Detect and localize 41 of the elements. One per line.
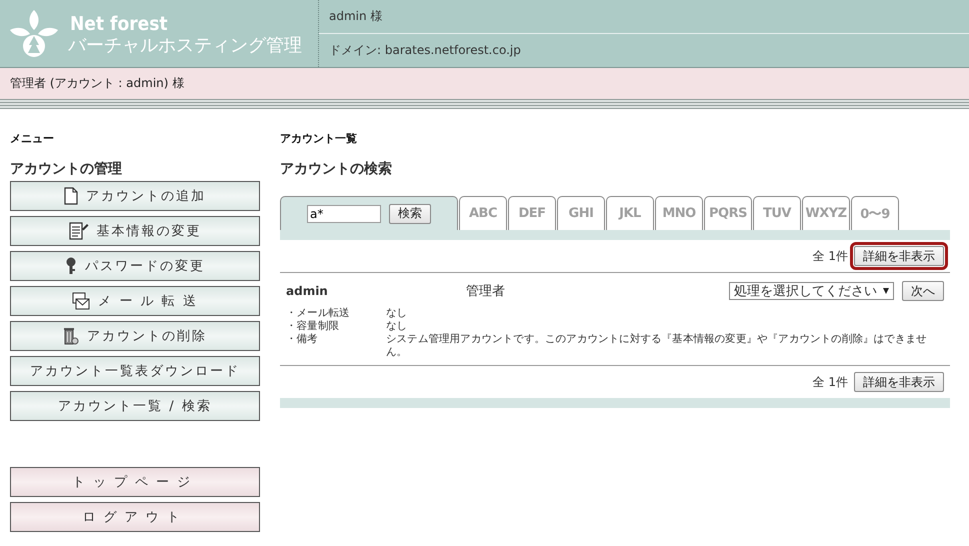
caret-icon: [883, 288, 889, 294]
detail-label: ・備考: [286, 333, 319, 347]
page-title: アカウント一覧: [280, 131, 358, 146]
result-count: 全 1件: [812, 248, 848, 264]
envelope-icon: [72, 292, 90, 310]
search-tab[interactable]: a* 検索: [280, 196, 458, 230]
action-select[interactable]: 処理を選択してください: [729, 282, 894, 300]
hide-details-button[interactable]: 詳細を非表示: [854, 372, 944, 392]
section-title: アカウントの管理: [10, 160, 123, 178]
menu-button[interactable]: トップページ: [10, 467, 260, 497]
menu-button[interactable]: メ ー ル 転 送: [10, 286, 260, 316]
menu-button[interactable]: ログアウト: [10, 502, 260, 532]
key-icon: [65, 257, 77, 275]
detail-value: システム管理用アカウントです。このアカウントに対する『基本情報の変更』や『アカウントの削除』はできません。: [386, 333, 928, 359]
detail-value: なし: [386, 320, 408, 333]
next-button[interactable]: 次へ: [902, 281, 944, 301]
result-count: 全 1件: [812, 374, 848, 390]
menu-button[interactable]: アカウント一覧 / 検索: [10, 391, 260, 421]
menu-button[interactable]: アカウントの削除: [10, 321, 260, 351]
menu-button[interactable]: アカウントの追加: [10, 181, 260, 211]
detail-label: ・容量制限: [286, 320, 340, 333]
product-title: バーチャルホスティング管理: [68, 36, 302, 54]
menu-button[interactable]: アカウント一覧表ダウンロード: [10, 356, 260, 386]
document-edit-icon: [68, 222, 88, 240]
search-field[interactable]: a*: [307, 204, 381, 222]
menu-button[interactable]: パスワードの変更: [10, 251, 260, 281]
detail-value: なし: [386, 307, 408, 320]
menu-title: メニュー: [10, 131, 55, 146]
search-button[interactable]: 検索: [389, 204, 431, 224]
account-name: admin: [286, 284, 329, 298]
brand-name: Net forest: [70, 12, 169, 34]
menu-button[interactable]: 基本情報の変更: [10, 216, 260, 246]
account-info: 管理者 (アカウント : admin) 様: [10, 75, 184, 92]
user-name: admin 様: [329, 8, 382, 25]
section-title: アカウントの検索: [280, 160, 393, 178]
document-icon: [64, 187, 78, 205]
domain-label: ドメイン: barates.netforest.co.jp: [329, 42, 521, 59]
detail-label: ・メール転送: [286, 307, 351, 320]
trash-icon: [63, 327, 79, 345]
account-role: 管理者: [466, 283, 506, 300]
leaf-logo-icon: [8, 8, 60, 60]
